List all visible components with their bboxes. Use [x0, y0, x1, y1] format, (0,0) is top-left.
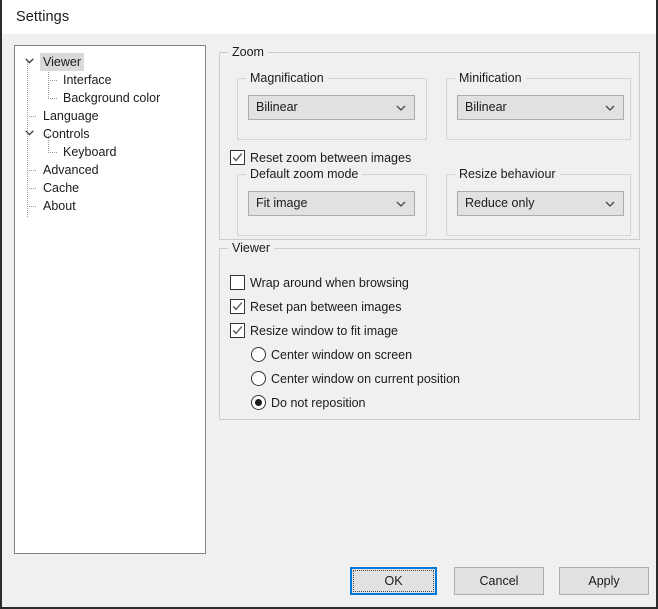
settings-category-tree[interactable]: Viewer Interface Background color Langua… [14, 45, 206, 554]
cancel-button[interactable]: Cancel [454, 567, 544, 595]
minification-combobox-value: Bilinear [465, 100, 507, 114]
tree-item-label-language[interactable]: Language [40, 107, 102, 125]
magnification-groupbox-title: Magnification [246, 71, 328, 85]
center-window-on-current-position-radio[interactable] [251, 371, 266, 386]
resize-window-to-fit-image-checkbox[interactable] [230, 323, 245, 338]
magnification-groupbox: Magnification Bilinear [237, 71, 427, 140]
resize-behaviour-combobox-value: Reduce only [465, 196, 535, 210]
tree-item-background-color[interactable]: Background color [15, 89, 205, 107]
default-zoom-mode-combobox[interactable]: Fit image [248, 191, 415, 216]
viewer-groupbox-title: Viewer [228, 241, 274, 255]
ok-button[interactable]: OK [350, 567, 437, 595]
settings-dialog-window: Settings Viewer Interface Background col… [0, 0, 658, 609]
tree-item-keyboard[interactable]: Keyboard [15, 143, 205, 161]
chevron-down-icon[interactable] [395, 102, 407, 114]
title-bar: Settings [2, 0, 656, 35]
reset-zoom-between-images-checkbox[interactable] [230, 150, 245, 165]
tree-item-label-cache[interactable]: Cache [40, 179, 82, 197]
tree-item-interface[interactable]: Interface [15, 71, 205, 89]
ok-button-label: OK [384, 574, 403, 588]
viewer-groupbox: Viewer Wrap around when browsing Reset p… [219, 241, 640, 420]
chevron-down-icon[interactable] [21, 125, 37, 143]
tree-item-label-about[interactable]: About [40, 197, 79, 215]
default-zoom-mode-combobox-value: Fit image [256, 196, 308, 210]
apply-button-label: Apply [588, 574, 620, 588]
tree-item-cache[interactable]: Cache [15, 179, 205, 197]
zoom-groupbox: Zoom Magnification Bilinear Minification… [219, 45, 640, 240]
do-not-reposition-label: Do not reposition [271, 396, 366, 410]
reset-pan-between-images-label: Reset pan between images [250, 300, 402, 314]
cancel-button-label: Cancel [479, 574, 519, 588]
radio-selected-dot [255, 399, 262, 406]
center-window-on-screen-label: Center window on screen [271, 348, 413, 362]
tree-item-label-controls[interactable]: Controls [40, 125, 93, 143]
resize-behaviour-groupbox: Resize behaviour Reduce only [446, 167, 631, 236]
center-window-on-screen-radio[interactable] [251, 347, 266, 362]
magnification-combobox[interactable]: Bilinear [248, 95, 415, 120]
dialog-content: Viewer Interface Background color Langua… [2, 34, 656, 605]
window-title: Settings [16, 9, 70, 25]
resize-window-to-fit-image-label: Resize window to fit image [250, 324, 398, 338]
wrap-around-when-browsing-checkbox[interactable] [230, 275, 245, 290]
minification-groupbox-title: Minification [455, 71, 526, 85]
tree-item-label-viewer[interactable]: Viewer [40, 53, 84, 71]
resize-behaviour-combobox[interactable]: Reduce only [457, 191, 624, 216]
chevron-down-icon[interactable] [604, 102, 616, 114]
tree-item-controls[interactable]: Controls [15, 125, 205, 143]
wrap-around-when-browsing-label: Wrap around when browsing [250, 276, 409, 290]
tree-item-advanced[interactable]: Advanced [15, 161, 205, 179]
default-zoom-mode-groupbox-title: Default zoom mode [246, 167, 363, 181]
magnification-combobox-value: Bilinear [256, 100, 298, 114]
do-not-reposition-radio[interactable] [251, 395, 266, 410]
minification-combobox[interactable]: Bilinear [457, 95, 624, 120]
center-window-on-current-position-label: Center window on current position [271, 372, 460, 386]
reset-pan-between-images-checkbox[interactable] [230, 299, 245, 314]
title-bar-accent-edge [0, 0, 2, 34]
tree-item-language[interactable]: Language [15, 107, 205, 125]
apply-button[interactable]: Apply [559, 567, 649, 595]
tree-item-label-interface[interactable]: Interface [60, 71, 115, 89]
zoom-groupbox-title: Zoom [228, 45, 268, 59]
chevron-down-icon[interactable] [395, 198, 407, 210]
tree-item-label-background-color[interactable]: Background color [60, 89, 163, 107]
tree-item-about[interactable]: About [15, 197, 205, 215]
tree-item-label-advanced[interactable]: Advanced [40, 161, 102, 179]
resize-behaviour-groupbox-title: Resize behaviour [455, 167, 560, 181]
minification-groupbox: Minification Bilinear [446, 71, 631, 140]
reset-zoom-between-images-label: Reset zoom between images [250, 151, 412, 165]
tree-item-viewer[interactable]: Viewer [15, 53, 205, 71]
default-zoom-mode-groupbox: Default zoom mode Fit image [237, 167, 427, 236]
chevron-down-icon[interactable] [604, 198, 616, 210]
tree-item-label-keyboard[interactable]: Keyboard [60, 143, 120, 161]
chevron-down-icon[interactable] [21, 53, 37, 71]
